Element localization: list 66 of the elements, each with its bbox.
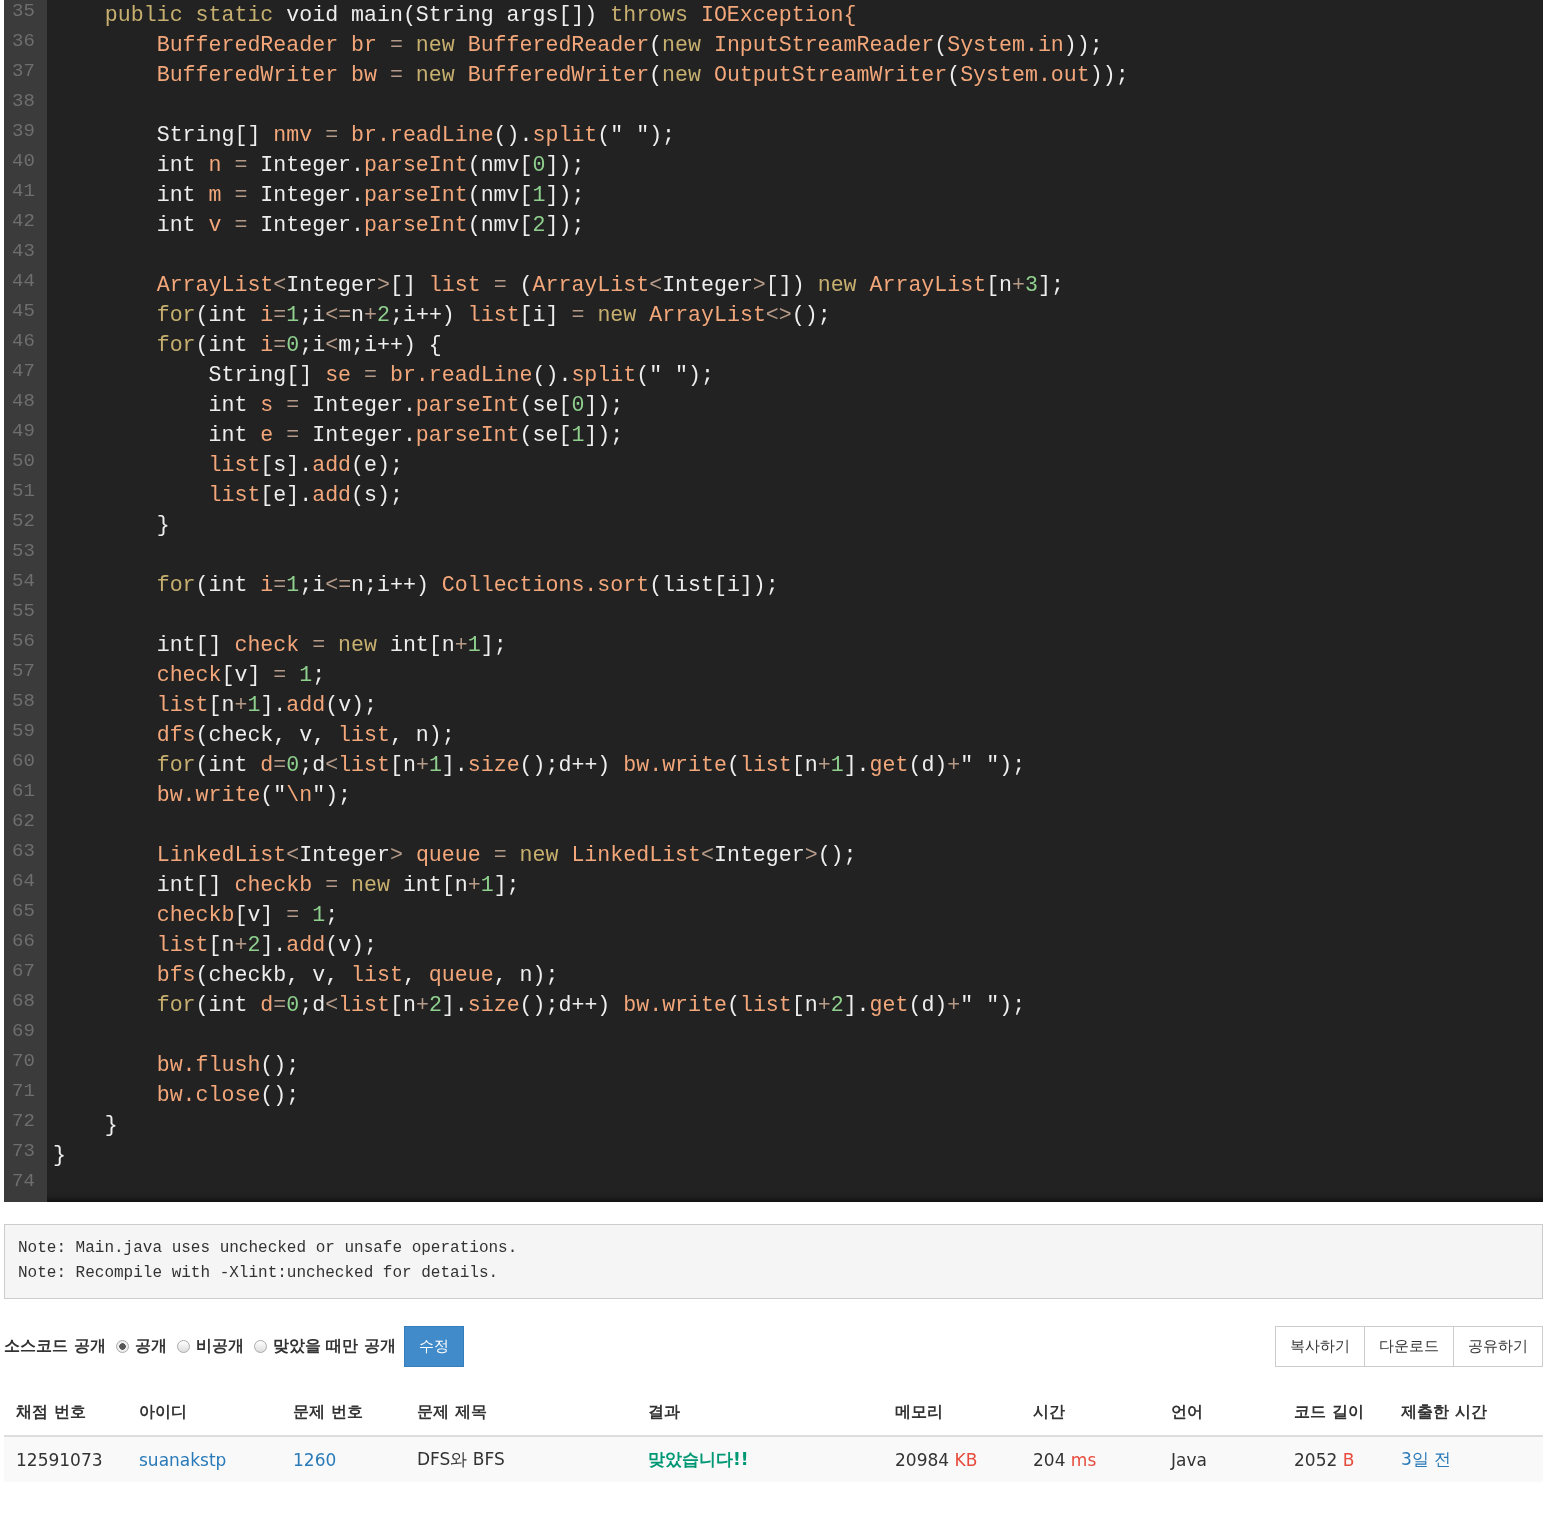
action-button[interactable]: 다운로드 bbox=[1364, 1326, 1454, 1367]
code-line: String[] se = br.readLine().split(" "); bbox=[207, 362, 714, 389]
visibility-label: 소스코드 공개 bbox=[4, 1336, 106, 1357]
code-line: for(int i=1;i<=n;i++) Collections.sort(list[i]); bbox=[155, 572, 779, 599]
code-line: bw.flush(); bbox=[155, 1052, 300, 1079]
code-line: check[v] = 1; bbox=[155, 662, 326, 689]
code-line: String[] nmv = br.readLine().split(" "); bbox=[155, 122, 676, 149]
column-header: 메모리 bbox=[895, 1401, 944, 1423]
code-line: public static void main(String args[]) throws IOException{ bbox=[103, 2, 857, 29]
code-line: bw.close(); bbox=[155, 1082, 300, 1109]
table-link[interactable]: 3일 전 bbox=[1401, 1448, 1543, 1471]
column-header: 제출한 시간 bbox=[1401, 1401, 1488, 1423]
code-line: BufferedWriter bw = new BufferedWriter(new OutputStreamWriter(System.out)); bbox=[155, 62, 1129, 89]
radio-button[interactable] bbox=[176, 1340, 190, 1353]
radio-label[interactable]: 맞았을 때만 공개 bbox=[272, 1336, 396, 1357]
column-header: 언어 bbox=[1171, 1401, 1204, 1423]
code-line: dfs(check, v, list, n); bbox=[155, 722, 455, 749]
code-line: int v = Integer.parseInt(nmv[2]); bbox=[155, 212, 585, 239]
column-header: 문제 제목 bbox=[417, 1401, 488, 1423]
table-link[interactable]: 1260 bbox=[293, 1449, 417, 1470]
action-button[interactable]: 공유하기 bbox=[1453, 1326, 1543, 1367]
radio-button[interactable] bbox=[253, 1340, 267, 1353]
table-cell-text: Java bbox=[1171, 1449, 1208, 1470]
code-line: } bbox=[155, 512, 170, 539]
radio-button[interactable] bbox=[115, 1340, 129, 1353]
submit-button[interactable]: 수정 bbox=[403, 1326, 464, 1367]
radio-label[interactable]: 공개 bbox=[134, 1336, 167, 1357]
code-line: int[] checkb = new int[n+1]; bbox=[155, 872, 520, 899]
code-line: bfs(checkb, v, list, queue, n); bbox=[155, 962, 559, 989]
code-line: LinkedList<Integer> queue = new LinkedList<Integer>(); bbox=[155, 842, 857, 869]
code-line: checkb[v] = 1; bbox=[155, 902, 339, 929]
code-line: for(int i=1;i<=n+2;i++) list[i] = new ArrayList<>(); bbox=[155, 302, 831, 329]
code-line: int n = Integer.parseInt(nmv[0]); bbox=[155, 152, 585, 179]
code-line: int m = Integer.parseInt(nmv[1]); bbox=[155, 182, 585, 209]
code-line: for(int d=0;d<list[n+2].size();d++) bw.write(list[n+2].get(d)+" "); bbox=[155, 992, 1026, 1019]
table-cell-text: 2052 B bbox=[1294, 1449, 1356, 1470]
output-line: Note: Main.java uses unchecked or unsafe operations. bbox=[18, 1238, 519, 1259]
code-line: list[n+2].add(v); bbox=[155, 932, 378, 959]
table-cell-text: 204 ms bbox=[1033, 1449, 1098, 1470]
code-line: ArrayList<Integer>[] list = (ArrayList<Integer>[]) new ArrayList[n+3]; bbox=[155, 272, 1064, 299]
table-cell-text: DFS와 BFS bbox=[417, 1448, 506, 1471]
code-line: int s = Integer.parseInt(se[0]); bbox=[207, 392, 624, 419]
column-header: 채점 번호 bbox=[16, 1401, 87, 1423]
column-header: 아이디 bbox=[139, 1401, 188, 1423]
column-header: 코드 길이 bbox=[1294, 1401, 1365, 1423]
code-line: list[n+1].add(v); bbox=[155, 692, 378, 719]
code-line: int[] check = new int[n+1]; bbox=[155, 632, 507, 659]
code-line: } bbox=[103, 1112, 118, 1139]
code-line: list[e].add(s); bbox=[207, 482, 403, 509]
code-line: BufferedReader br = new BufferedReader(new InputStreamReader(System.in)); bbox=[155, 32, 1103, 59]
table-link[interactable]: suanakstp bbox=[139, 1449, 293, 1470]
code-line: } bbox=[53, 1142, 66, 1169]
code-line: for(int d=0;d<list[n+1].size();d++) bw.write(list[n+1].get(d)+" "); bbox=[155, 752, 1026, 779]
code-line: bw.write("\n"); bbox=[155, 782, 352, 809]
column-header: 문제 번호 bbox=[293, 1401, 364, 1423]
table-cell-text: 20984 KB bbox=[895, 1449, 979, 1470]
table-cell-text: 12591073 bbox=[16, 1449, 104, 1470]
radio-label[interactable]: 비공개 bbox=[195, 1336, 244, 1357]
code-line: int e = Integer.parseInt(se[1]); bbox=[207, 422, 624, 449]
result-text: 맞았습니다!! bbox=[648, 1448, 750, 1471]
column-header: 결과 bbox=[648, 1401, 681, 1423]
code-line: for(int i=0;i<m;i++) { bbox=[155, 332, 442, 359]
action-button[interactable]: 복사하기 bbox=[1275, 1326, 1365, 1367]
code-line: list[s].add(e); bbox=[207, 452, 403, 479]
column-header: 시간 bbox=[1033, 1401, 1066, 1423]
output-line: Note: Recompile with -Xlint:unchecked for details. bbox=[18, 1263, 500, 1284]
